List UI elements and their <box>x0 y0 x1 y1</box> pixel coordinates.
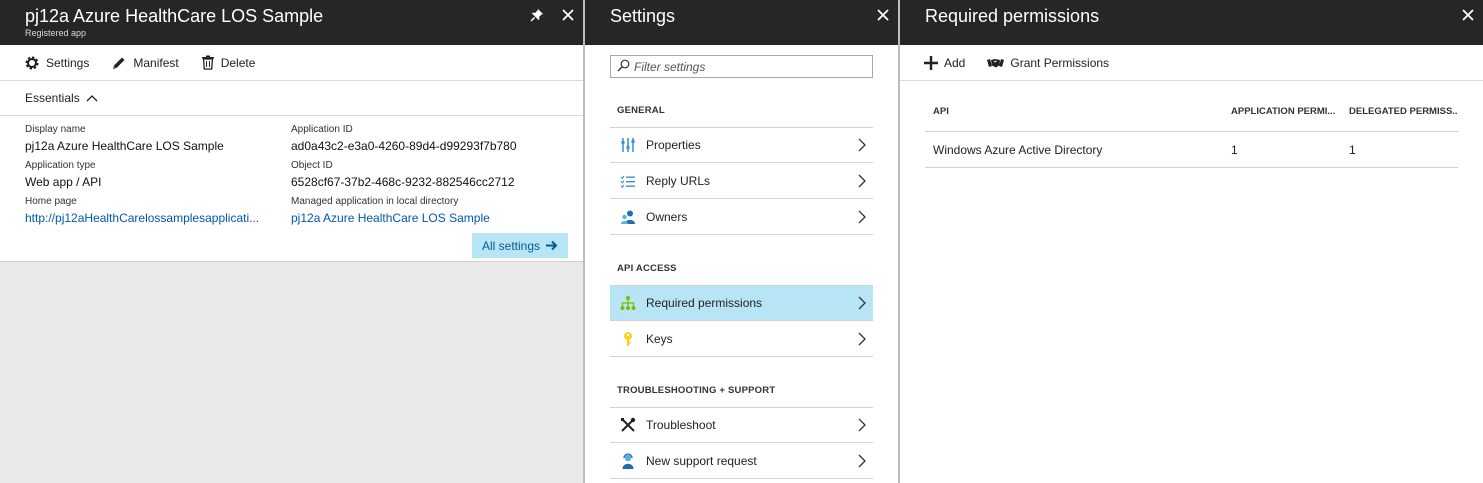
plus-icon <box>924 55 938 70</box>
chevron-right-icon <box>858 418 868 432</box>
home-page-label: Home page <box>25 196 77 207</box>
menu-item-troubleshoot[interactable]: Troubleshoot <box>610 407 873 443</box>
section-general: GENERAL <box>617 105 665 116</box>
permissions-blade: Required permissions Add Grant Permissio… <box>900 0 1483 483</box>
chevron-up-icon <box>86 92 98 104</box>
section-troubleshooting: TROUBLESHOOTING + SUPPORT <box>617 385 776 396</box>
all-settings-button[interactable]: All settings <box>472 233 568 258</box>
settings-blade-title: Settings <box>610 6 676 26</box>
sliders-icon <box>620 137 636 153</box>
table-header: API APPLICATION PERMI... DELEGATED PERMI… <box>925 92 1458 132</box>
managed-app-link[interactable]: pj12a Azure HealthCare LOS Sample <box>291 211 571 225</box>
gear-icon <box>24 55 40 71</box>
app-blade-title: pj12a Azure HealthCare LOS Sample <box>25 6 324 26</box>
chevron-right-icon <box>858 296 868 310</box>
app-blade-header: pj12a Azure HealthCare LOS Sample Regist… <box>0 0 583 45</box>
table-row[interactable]: Windows Azure Active Directory 1 1 <box>925 132 1458 168</box>
app-command-bar: Settings Manifest Delete <box>0 45 583 81</box>
pin-icon[interactable] <box>529 8 545 24</box>
all-settings-label: All settings <box>481 238 541 253</box>
app-id-value: ad0a43c2-e3a0-4260-89d4-d99293f7b780 <box>291 139 517 153</box>
list-icon <box>620 173 636 189</box>
settings-button[interactable]: Settings <box>24 55 89 71</box>
add-label: Add <box>944 55 966 70</box>
tools-icon <box>620 417 636 433</box>
menu-label-required-permissions: Required permissions <box>646 296 763 310</box>
permissions-blade-header: Required permissions <box>900 0 1483 45</box>
menu-label-new-support-request: New support request <box>646 453 757 468</box>
app-blade: pj12a Azure HealthCare LOS Sample Regist… <box>0 0 583 483</box>
menu-label-keys: Keys <box>646 331 673 346</box>
object-id-value: 6528cf67-37b2-468c-9232-882546cc2712 <box>291 175 515 189</box>
chevron-right-icon <box>858 138 868 152</box>
section-api-access: API ACCESS <box>617 263 677 274</box>
menu-item-owners[interactable]: Owners <box>610 199 873 235</box>
column-header-api[interactable]: API <box>933 92 1223 131</box>
essentials-label: Essentials <box>25 91 80 105</box>
close-icon[interactable] <box>875 8 891 24</box>
filter-settings-input[interactable] <box>634 59 864 74</box>
display-name-value: pj12a Azure HealthCare LOS Sample <box>25 139 224 153</box>
settings-label: Settings <box>46 55 90 70</box>
chevron-right-icon <box>858 174 868 188</box>
chevron-right-icon <box>858 332 868 346</box>
essentials-toggle[interactable]: Essentials <box>0 81 583 116</box>
home-page-link[interactable]: http://pj12aHealthCarelossamplesapplicat… <box>25 211 283 225</box>
menu-item-keys[interactable]: Keys <box>610 321 873 357</box>
row-api: Windows Azure Active Directory <box>933 142 1103 157</box>
chevron-right-icon <box>858 454 868 468</box>
row-delegated-permissions: 1 <box>1349 142 1356 157</box>
owners-icon <box>620 209 636 225</box>
display-name-label: Display name <box>25 124 86 135</box>
hierarchy-icon <box>620 295 636 311</box>
managed-app-label: Managed application in local directory <box>291 196 459 207</box>
grant-permissions-label: Grant Permissions <box>1010 55 1110 70</box>
permissions-blade-title: Required permissions <box>925 6 1100 26</box>
support-person-icon <box>620 452 636 469</box>
app-blade-subtitle: Registered app <box>25 28 87 38</box>
permissions-command-bar: Add Grant Permissions <box>900 45 1483 81</box>
menu-label-owners: Owners <box>646 209 688 224</box>
menu-label-reply-urls: Reply URLs <box>646 173 711 188</box>
key-icon <box>620 331 636 347</box>
trash-icon <box>201 55 215 70</box>
grant-permissions-button[interactable]: Grant Permissions <box>987 56 1109 70</box>
app-type-value: Web app / API <box>25 175 102 189</box>
chevron-right-icon <box>858 210 868 224</box>
essentials-panel: Display name pj12a Azure HealthCare LOS … <box>0 116 583 260</box>
settings-blade-header: Settings <box>585 0 898 45</box>
add-button[interactable]: Add <box>924 55 966 70</box>
menu-label-properties: Properties <box>646 138 701 152</box>
delete-label: Delete <box>220 55 256 70</box>
arrow-right-icon <box>545 240 558 251</box>
menu-item-required-permissions[interactable]: Required permissions <box>610 285 873 321</box>
pencil-icon <box>111 55 127 71</box>
manifest-label: Manifest <box>133 55 179 70</box>
delete-button[interactable]: Delete <box>201 55 256 70</box>
close-icon[interactable] <box>1460 8 1476 24</box>
empty-area <box>0 261 583 483</box>
close-icon[interactable] <box>560 8 576 24</box>
settings-blade: Settings GENERAL Properties Reply URLs <box>585 0 898 483</box>
menu-item-reply-urls[interactable]: Reply URLs <box>610 163 873 199</box>
column-header-delegated-permissions[interactable]: DELEGATED PERMISS... <box>1349 92 1457 131</box>
filter-settings-field[interactable] <box>610 55 873 78</box>
permissions-table: API APPLICATION PERMI... DELEGATED PERMI… <box>925 92 1458 168</box>
manifest-button[interactable]: Manifest <box>111 55 179 71</box>
search-icon <box>617 59 630 75</box>
menu-item-properties[interactable]: Properties <box>610 127 873 163</box>
column-header-application-permissions[interactable]: APPLICATION PERMI... <box>1231 92 1341 131</box>
object-id-label: Object ID <box>291 160 333 171</box>
row-application-permissions: 1 <box>1231 142 1238 157</box>
app-type-label: Application type <box>25 160 96 171</box>
menu-item-new-support-request[interactable]: New support request <box>610 443 873 479</box>
menu-label-troubleshoot: Troubleshoot <box>646 418 716 432</box>
app-id-label: Application ID <box>291 124 353 135</box>
handshake-icon <box>987 57 1005 69</box>
